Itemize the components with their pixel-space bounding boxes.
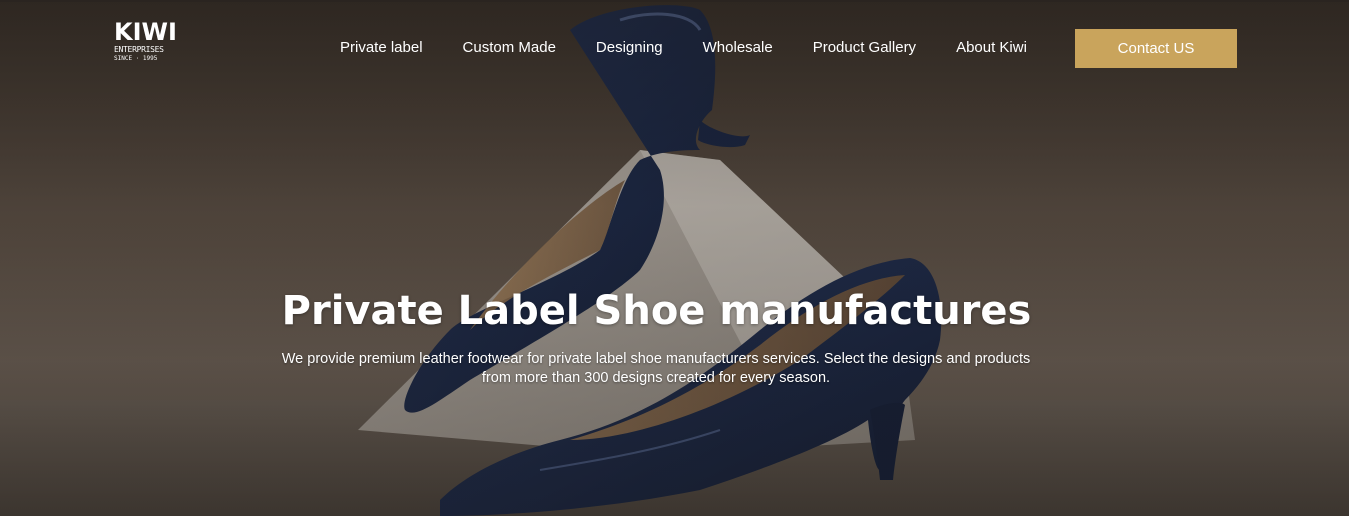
site-logo[interactable]: KIWI ENTERPRISES SINCE · 1995 — [114, 18, 177, 68]
nav-wholesale[interactable]: Wholesale — [683, 28, 793, 68]
main-navigation: Private label Custom Made Designing Whol… — [320, 28, 1047, 68]
nav-private-label[interactable]: Private label — [320, 28, 443, 68]
nav-custom-made[interactable]: Custom Made — [443, 28, 576, 68]
top-border — [0, 0, 1349, 2]
logo-wordmark: KIWI — [114, 18, 177, 46]
hero-image-shoes — [0, 5, 1349, 516]
nav-product-gallery[interactable]: Product Gallery — [793, 28, 936, 68]
nav-about-kiwi[interactable]: About Kiwi — [936, 28, 1047, 68]
hero-title: Private Label Shoe manufactures — [281, 288, 1032, 334]
nav-designing[interactable]: Designing — [576, 28, 683, 68]
logo-since: SINCE · 1995 — [114, 55, 158, 62]
hero-description: We provide premium leather footwear for … — [281, 351, 1031, 386]
hero-section: KIWI ENTERPRISES SINCE · 1995 Private la… — [0, 0, 1349, 516]
logo-subtitle: ENTERPRISES — [114, 45, 164, 54]
contact-us-button[interactable]: Contact US — [1075, 29, 1237, 68]
